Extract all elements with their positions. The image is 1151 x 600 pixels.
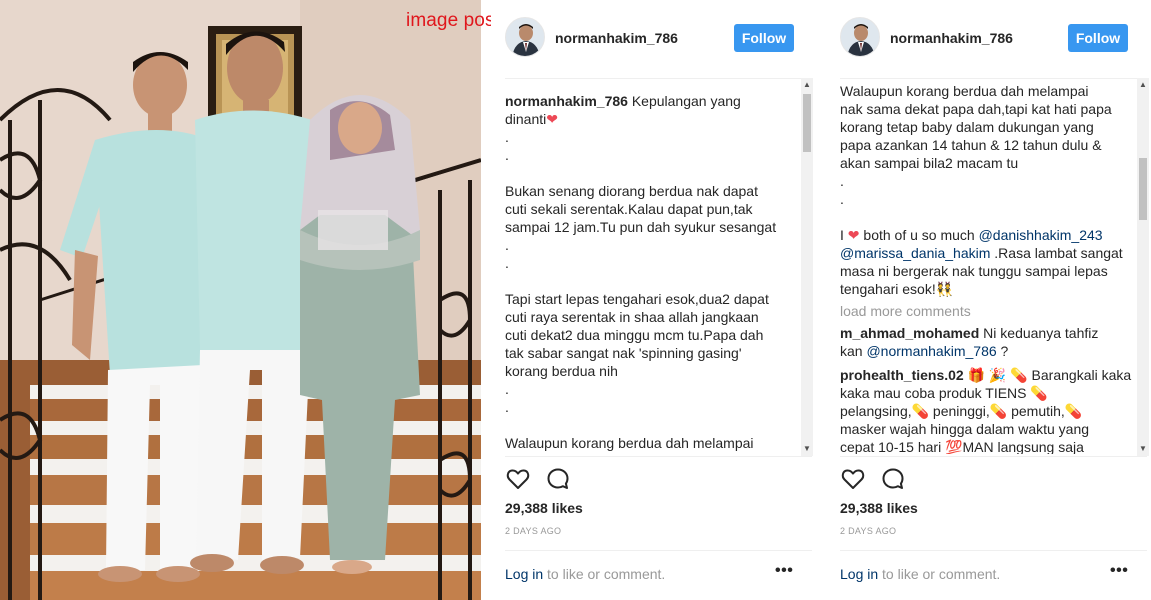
comments-scrollbar[interactable]: ▲ ▼	[801, 78, 813, 456]
caption-line: .	[505, 237, 509, 253]
mention-link[interactable]: @normanhakim_786	[866, 343, 996, 359]
caption-line: .	[505, 147, 509, 163]
caption-line: cuti sekali serentak.Kalau dapat pun,tak	[505, 201, 753, 217]
actions-divider	[840, 456, 1147, 457]
avatar[interactable]	[840, 17, 880, 57]
heart-emoji: ❤	[546, 111, 558, 127]
caption-line: tak sabar sangat nak 'spinning gasing'	[505, 345, 742, 361]
follow-button[interactable]: Follow	[734, 24, 794, 52]
login-prompt: Log in to like or comment.	[505, 566, 665, 582]
footer-divider	[505, 550, 812, 551]
load-more-comments[interactable]: load more comments	[840, 302, 1130, 320]
footer-divider	[840, 550, 1147, 551]
login-prompt-text: to like or comment.	[543, 566, 666, 582]
avatar[interactable]	[505, 17, 545, 57]
comment-line: cepat 10-15 hari 💯MAN langsung saja	[840, 439, 1084, 454]
login-link[interactable]: Log in	[840, 566, 878, 582]
caption-line: Walaupun korang berdua dah melampai	[505, 435, 754, 451]
comment-text: Barangkali kaka	[1027, 367, 1132, 383]
comment-text: Ni keduanya tahfiz	[979, 325, 1099, 341]
comment-line: kaka mau coba produk TIENS 💊	[840, 385, 1048, 401]
username[interactable]: normanhakim_786	[555, 30, 678, 46]
mention-link[interactable]: @danishhakim_243	[979, 227, 1103, 243]
heart-icon[interactable]	[840, 466, 866, 492]
post-header: normanhakim_786 Follow	[491, 0, 812, 78]
family-photo-illustration	[0, 0, 481, 600]
caption: Walaupun korang berdua dah melampai nak …	[840, 82, 1132, 454]
scroll-down-arrow-icon[interactable]: ▼	[801, 442, 813, 456]
scroll-up-arrow-icon[interactable]: ▲	[801, 78, 813, 92]
post-actions	[505, 466, 805, 492]
comment-emoji: 🎁 🎉 💊	[963, 367, 1028, 383]
more-options-icon[interactable]: •••	[1110, 562, 1128, 580]
caption-line: masa ni bergerak nak tunggu sampai lepas	[840, 263, 1108, 279]
user-avatar-icon	[506, 18, 544, 56]
comments-scrollbar[interactable]: ▲ ▼	[1137, 78, 1149, 456]
comment-text: ?	[996, 343, 1009, 359]
caption-text: .Rasa lambat sangat	[990, 245, 1123, 261]
comment-text: kan	[840, 343, 867, 359]
caption-username[interactable]: normanhakim_786	[505, 93, 628, 109]
caption-line: sampai 12 jam.Tu pun dah syukur sesangat	[505, 219, 777, 235]
instagram-post-panel: normanhakim_786 Follow Walaupun korang b…	[826, 0, 1149, 600]
login-prompt: Log in to like or comment.	[840, 566, 1000, 582]
comment-username[interactable]: m_ahmad_mohamed	[840, 325, 979, 341]
scroll-down-arrow-icon[interactable]: ▼	[1137, 442, 1149, 456]
caption-line: .	[505, 399, 509, 415]
comment-icon[interactable]	[880, 466, 906, 492]
scrollbar-thumb[interactable]	[803, 94, 811, 152]
caption-line: nak sama dekat papa dah,tapi kat hati pa…	[840, 101, 1112, 117]
comments-area[interactable]: Walaupun korang berdua dah melampai nak …	[826, 78, 1147, 454]
login-prompt-text: to like or comment.	[878, 566, 1001, 582]
comment-line: pelangsing,💊 peninggi,💊 pemutih,💊	[840, 403, 1083, 419]
post-actions	[840, 466, 1140, 492]
comment-username[interactable]: prohealth_tiens.02	[840, 367, 964, 383]
post-photo	[0, 0, 481, 600]
scrollbar-thumb[interactable]	[1139, 158, 1147, 220]
user-avatar-icon	[841, 18, 879, 56]
login-link[interactable]: Log in	[505, 566, 543, 582]
post-timestamp: 2 DAYS AGO	[840, 526, 897, 536]
scroll-up-arrow-icon[interactable]: ▲	[1137, 78, 1149, 92]
caption-line: Walaupun korang berdua dah melampai	[840, 83, 1089, 99]
caption-line: Tapi start lepas tengahari esok,dua2 dap…	[505, 291, 769, 307]
caption-text: both of u so much	[859, 227, 979, 243]
heart-icon[interactable]	[505, 466, 531, 492]
post-timestamp: 2 DAYS AGO	[505, 526, 562, 536]
caption-text: Kepulangan yang	[627, 93, 741, 109]
comments-area[interactable]: normanhakim_786 Kepulangan yang dinanti❤…	[491, 78, 812, 454]
post-header: normanhakim_786 Follow	[826, 0, 1147, 78]
caption-line: cuti dekat2 dua minggu mcm tu.Papa dah	[505, 327, 764, 343]
caption-text: I	[840, 227, 848, 243]
caption-line: korang tetap baby dalam dukungan yang	[840, 119, 1094, 135]
mention-link[interactable]: @marissa_dania_hakim	[840, 245, 990, 261]
username[interactable]: normanhakim_786	[890, 30, 1013, 46]
likes-count[interactable]: 29,388 likes	[505, 500, 583, 516]
caption-text: dinanti	[505, 111, 547, 127]
caption-line: .	[840, 191, 844, 207]
more-options-icon[interactable]: •••	[775, 562, 793, 580]
likes-count[interactable]: 29,388 likes	[840, 500, 918, 516]
caption-line: .	[505, 255, 509, 271]
caption-line: cuti raya serentak in shaa allah jangkaa…	[505, 309, 759, 325]
caption-line: akan sampai bila2 macam tu	[840, 155, 1019, 171]
heart-emoji: ❤	[847, 227, 860, 243]
caption-line: .	[840, 173, 844, 189]
follow-button[interactable]: Follow	[1068, 24, 1128, 52]
caption-text: tengahari esok!	[840, 281, 936, 297]
dancing-emoji: 👯	[935, 281, 954, 297]
caption: normanhakim_786 Kepulangan yang dinanti❤…	[505, 92, 795, 452]
caption-line: korang berdua nih	[505, 363, 618, 379]
caption-line: .	[505, 129, 509, 145]
caption-line: .	[505, 381, 509, 397]
comment-icon[interactable]	[545, 466, 571, 492]
comment-line: masker wajah hingga dalam waktu yang	[840, 421, 1090, 437]
instagram-post-panel: normanhakim_786 Follow normanhakim_786 K…	[491, 0, 813, 600]
actions-divider	[505, 456, 812, 457]
caption-line: Bukan senang diorang berdua nak dapat	[505, 183, 758, 199]
caption-line: papa azankan 14 tahun & 12 tahun dulu &	[840, 137, 1102, 153]
